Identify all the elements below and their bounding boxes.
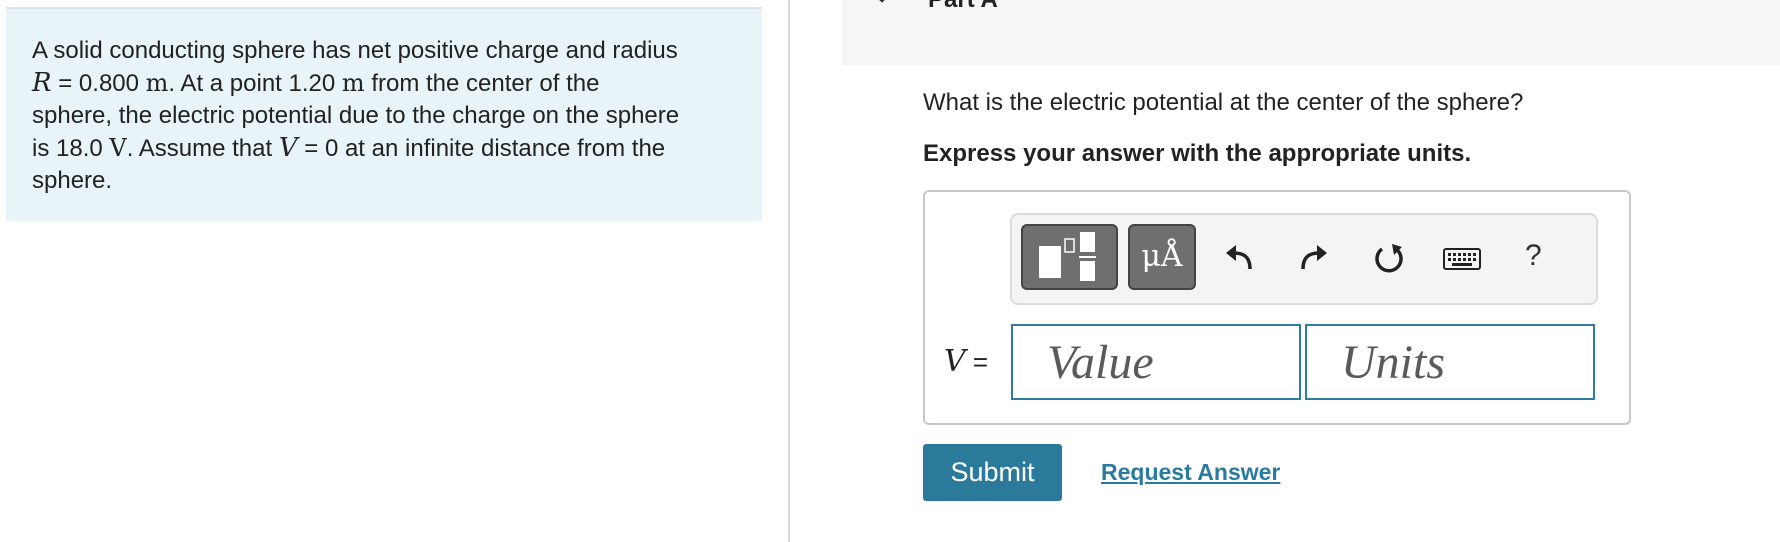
units-button[interactable]: μÅ <box>1128 224 1196 290</box>
value-input[interactable] <box>1011 324 1301 400</box>
part-label[interactable]: Part A <box>928 0 998 12</box>
answer-instruction: Express your answer with the appropriate… <box>923 140 1472 167</box>
help-icon[interactable]: ? <box>1525 236 1542 276</box>
problem-statement: A solid conducting sphere has net positi… <box>6 9 762 221</box>
reset-icon[interactable] <box>1372 241 1406 275</box>
problem-line-3: sphere, the electric potential due to th… <box>32 100 736 132</box>
templates-button[interactable] <box>1021 224 1118 290</box>
problem-text: . Assume that <box>126 135 279 162</box>
problem-text: sphere. <box>32 167 113 194</box>
problem-text: = 0 at an infinite distance from the <box>297 135 666 162</box>
equals-sign: = <box>965 347 989 377</box>
request-answer-link[interactable]: Request Answer <box>1101 458 1280 486</box>
radius-unit: m <box>145 69 169 97</box>
distance-unit: m <box>341 69 365 97</box>
problem-line-4: is 18.0 V. Assume that V = 0 at an infin… <box>32 132 736 165</box>
problem-text: . At a point 1.20 <box>168 70 342 97</box>
units-input[interactable] <box>1305 324 1595 400</box>
answer-variable: V <box>944 344 966 379</box>
problem-text: is 18.0 <box>32 135 110 162</box>
radius-value: = 0.800 <box>51 70 146 97</box>
potential-variable: V <box>278 133 298 163</box>
problem-text: A solid conducting sphere has net positi… <box>32 37 678 64</box>
submit-button[interactable]: Submit <box>923 444 1062 501</box>
problem-line-5: sphere. <box>32 165 736 197</box>
column-divider <box>788 0 790 542</box>
answer-variable-label: V = <box>944 344 988 380</box>
templates-icon <box>1039 232 1096 281</box>
problem-line-1: A solid conducting sphere has net positi… <box>32 35 736 67</box>
radius-variable: R <box>32 68 52 98</box>
redo-icon[interactable] <box>1297 241 1331 275</box>
problem-text: from the center of the <box>364 70 600 97</box>
undo-icon[interactable] <box>1222 241 1256 275</box>
problem-text: sphere, the electric potential due to th… <box>32 102 680 129</box>
potential-unit: V <box>109 134 127 162</box>
problem-line-2: R = 0.800 m. At a point 1.20 m from the … <box>32 67 736 100</box>
units-icon: μÅ <box>1141 239 1183 274</box>
chevron-down-icon[interactable] <box>874 0 890 6</box>
question-text: What is the electric potential at the ce… <box>923 89 1524 116</box>
keyboard-icon[interactable] <box>1443 241 1481 275</box>
